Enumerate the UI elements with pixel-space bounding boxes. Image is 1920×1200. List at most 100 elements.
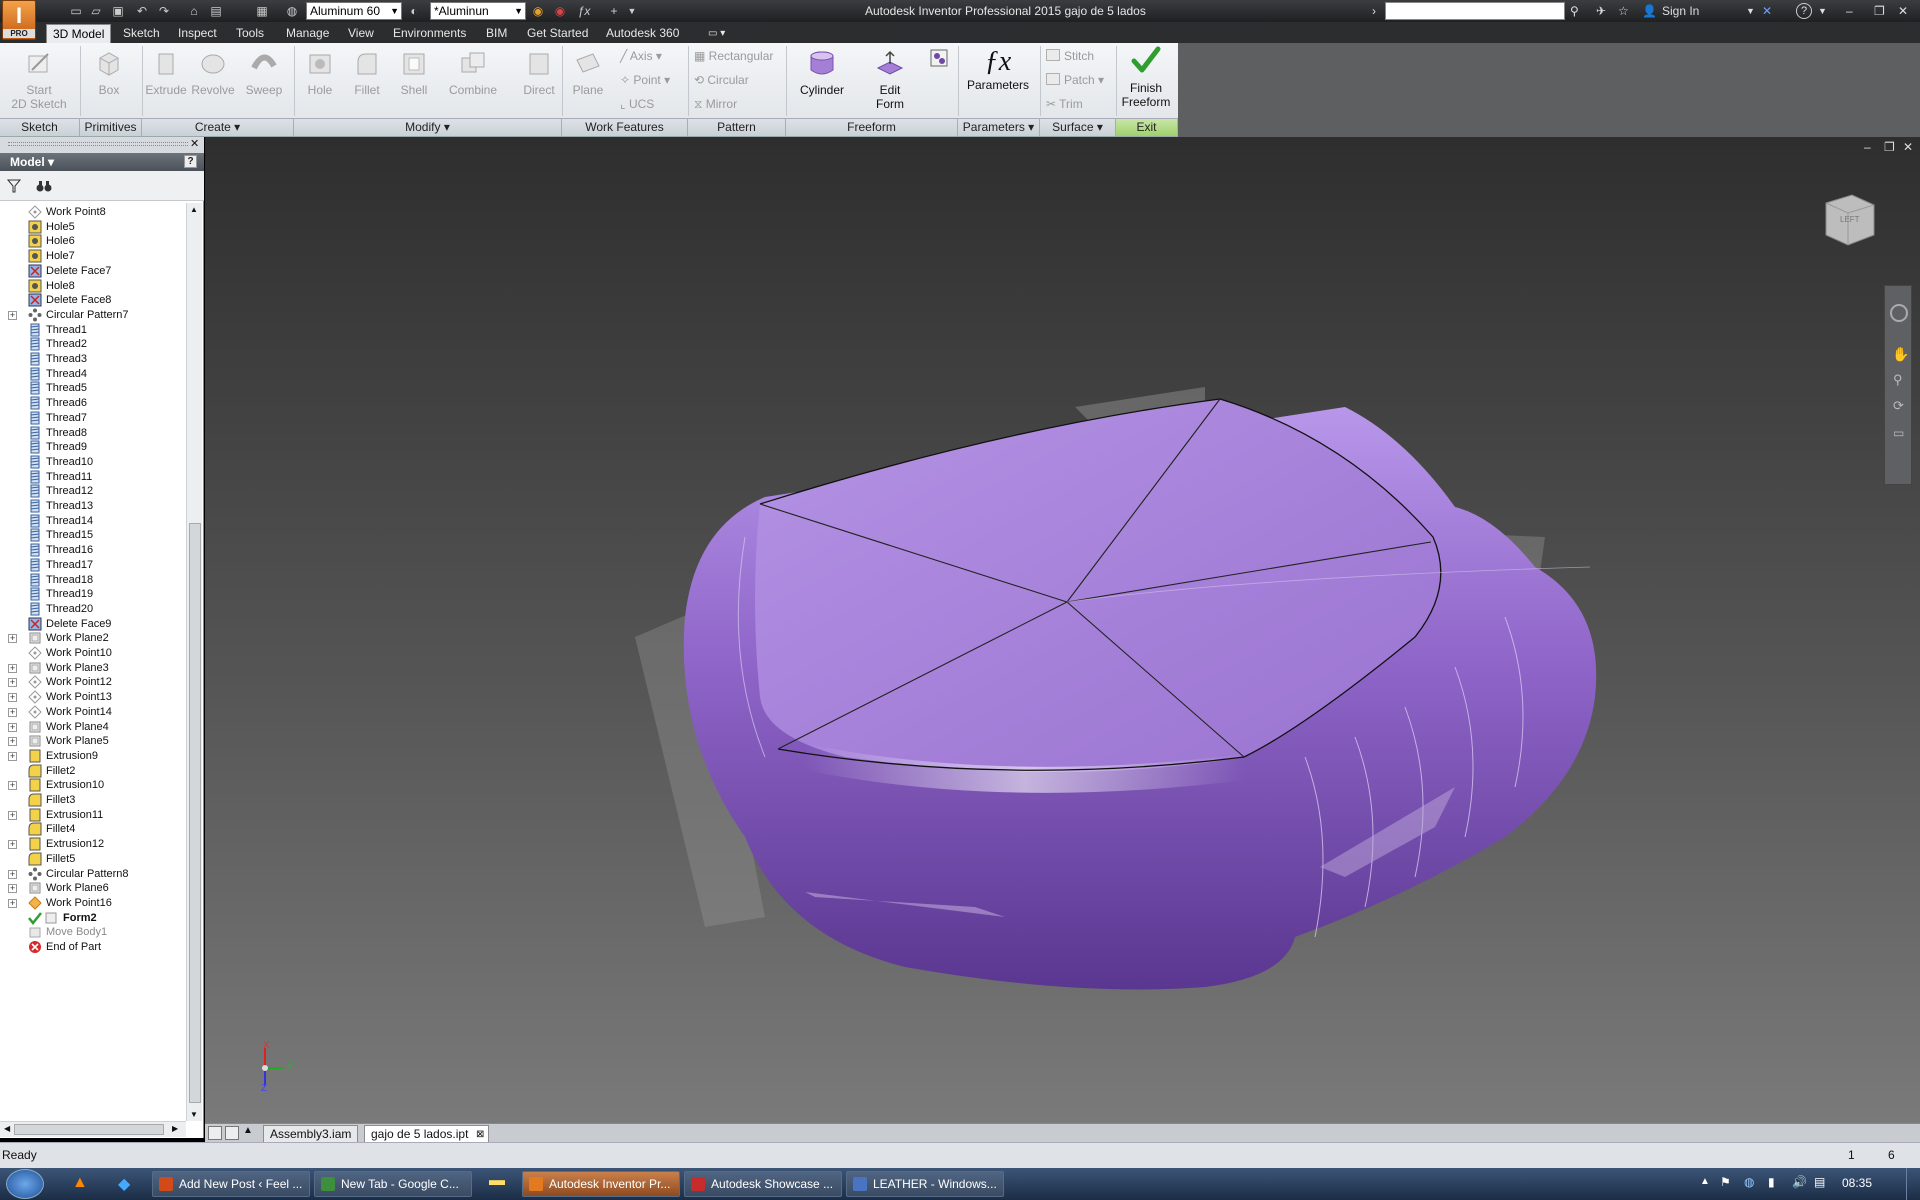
add-icon[interactable]: + xyxy=(606,3,622,19)
finish-freeform-button[interactable]: Finish Freeform xyxy=(1118,46,1174,109)
combine-button[interactable]: Combine xyxy=(444,48,502,97)
viewport-restore-icon[interactable]: ❐ xyxy=(1884,140,1895,154)
vlc-pinned-icon[interactable]: ▲ xyxy=(72,1174,88,1192)
help-dropdown-icon[interactable]: ▼ xyxy=(1818,3,1827,19)
scroll-left-icon[interactable]: ◀ xyxy=(4,1124,10,1133)
start-2d-sketch-button[interactable]: Start 2D Sketch xyxy=(6,48,72,111)
update-icon[interactable]: ▦ xyxy=(254,3,270,19)
browser-close-icon[interactable]: ✕ xyxy=(190,137,199,150)
tab-autodesk-360[interactable]: Autodesk 360 xyxy=(600,24,685,43)
cascade-windows-icon[interactable] xyxy=(208,1126,222,1140)
clear-appearance-icon[interactable]: ◉ xyxy=(530,3,546,19)
browser-hscroll-thumb[interactable] xyxy=(14,1124,164,1135)
freeform-extra-button[interactable] xyxy=(928,48,950,71)
search-expand-icon[interactable]: › xyxy=(1372,3,1376,19)
tray-volume-icon[interactable]: 🔊 xyxy=(1792,1175,1807,1189)
help-search-input[interactable] xyxy=(1385,2,1565,20)
filter-icon[interactable] xyxy=(7,179,21,193)
show-desktop-button[interactable] xyxy=(1906,1168,1920,1200)
cylinder-button[interactable]: Cylinder xyxy=(796,48,848,97)
tree-expand-icon[interactable]: + xyxy=(8,810,17,820)
explorer-pinned-icon[interactable]: ▬ xyxy=(480,1172,514,1196)
scroll-up-icon[interactable]: ▲ xyxy=(190,205,198,214)
start-button[interactable] xyxy=(6,1169,44,1199)
taskbar-item-firefox[interactable]: Add New Post ‹ Feel ... xyxy=(152,1171,310,1197)
shell-button[interactable]: Shell xyxy=(394,48,434,97)
extrude-button[interactable]: Extrude xyxy=(144,48,188,97)
model-canvas[interactable] xyxy=(205,137,1920,1123)
parameters-button[interactable]: ƒx Parameters xyxy=(964,46,1032,92)
help-button[interactable]: ? xyxy=(1796,3,1812,19)
trim-button[interactable]: ✂ Trim xyxy=(1046,96,1083,112)
group-label-create[interactable]: Create ▾ xyxy=(142,118,294,136)
taskbar-item-explorer[interactable]: LEATHER - Windows... xyxy=(846,1171,1004,1197)
favorites-icon[interactable]: ☆ xyxy=(1618,3,1629,19)
minimize-window-icon[interactable]: ‒ xyxy=(1846,3,1853,19)
tab-list-up-icon[interactable]: ▲ xyxy=(243,1125,253,1136)
browser-header[interactable]: Model ▾ ? xyxy=(0,153,204,171)
tab-view[interactable]: View xyxy=(342,24,380,43)
browser-grip[interactable] xyxy=(8,142,188,146)
tree-expand-icon[interactable]: + xyxy=(8,884,17,894)
taskbar-item-chrome[interactable]: New Tab - Google C... xyxy=(314,1171,472,1197)
tray-expand-icon[interactable]: ▲ xyxy=(1700,1176,1710,1187)
axis-button[interactable]: ╱ Axis ▾ xyxy=(620,48,662,64)
tree-expand-icon[interactable]: + xyxy=(8,840,17,850)
save-icon[interactable]: ▣ xyxy=(110,3,126,19)
scroll-down-icon[interactable]: ▼ xyxy=(190,1110,198,1119)
taskbar-clock[interactable]: 08:35 xyxy=(1842,1176,1872,1190)
look-at-icon[interactable]: ▭ xyxy=(1893,426,1904,440)
search-icon[interactable]: ⚲ xyxy=(1570,3,1579,19)
document-tab-close-icon[interactable]: ⊠ xyxy=(476,1126,484,1143)
orbit-icon[interactable]: ⟳ xyxy=(1893,398,1904,414)
stitch-button[interactable]: Stitch xyxy=(1046,48,1094,64)
circular-pattern-button[interactable]: ⟲ Circular xyxy=(694,72,749,88)
browser-scroll-thumb[interactable] xyxy=(189,523,201,1103)
tab-options-dropdown-icon[interactable]: ▭ ▾ xyxy=(702,24,731,43)
ucs-button[interactable]: ⌞ UCS xyxy=(620,96,654,112)
dropbox-pinned-icon[interactable]: ◆ xyxy=(118,1174,130,1194)
tree-expand-icon[interactable]: + xyxy=(8,678,17,688)
application-menu-button[interactable]: I PRO xyxy=(2,0,36,40)
tab-environments[interactable]: Environments xyxy=(387,24,472,43)
tray-network-icon[interactable]: ◍ xyxy=(1744,1175,1754,1189)
zoom-icon[interactable]: ⚲ xyxy=(1893,372,1903,388)
tab-3d-model[interactable]: 3D Model xyxy=(46,24,112,43)
adjust-icon[interactable]: ◉ xyxy=(552,3,568,19)
tree-expand-icon[interactable]: + xyxy=(8,869,17,879)
patch-button[interactable]: Patch ▾ xyxy=(1046,72,1104,88)
edit-form-button[interactable]: Edit Form xyxy=(864,48,916,111)
fillet-button[interactable]: Fillet xyxy=(346,48,388,97)
tree-expand-icon[interactable]: + xyxy=(8,663,17,673)
tree-expand-icon[interactable]: + xyxy=(8,898,17,908)
find-binoculars-icon[interactable] xyxy=(36,179,52,193)
sign-in-dropdown-icon[interactable]: ▼ xyxy=(1746,3,1755,19)
undo-icon[interactable]: ↶ xyxy=(134,3,150,19)
restore-window-icon[interactable]: ❐ xyxy=(1874,3,1885,19)
tree-node[interactable]: End of Part xyxy=(0,938,186,956)
taskbar-item-showcase[interactable]: Autodesk Showcase ... xyxy=(684,1171,842,1197)
sign-in-button[interactable]: Sign In xyxy=(1662,3,1699,19)
tree-expand-icon[interactable]: + xyxy=(8,693,17,703)
rectangular-pattern-button[interactable]: ▦ Rectangular xyxy=(694,48,773,64)
direct-button[interactable]: Direct xyxy=(518,48,560,97)
document-tab-part[interactable]: gajo de 5 lados.ipt ⊠ xyxy=(364,1125,490,1143)
material-select[interactable]: Aluminum 60 ▼ xyxy=(306,2,402,20)
viewport-minimize-icon[interactable]: ‒ xyxy=(1864,140,1871,154)
tray-signal-icon[interactable]: ▮ xyxy=(1768,1175,1775,1189)
fx-icon[interactable]: ƒx xyxy=(576,3,592,19)
tree-expand-icon[interactable]: + xyxy=(8,707,17,717)
tab-tools[interactable]: Tools xyxy=(230,24,270,43)
user-icon[interactable]: 👤 xyxy=(1642,3,1657,19)
taskbar-item-inventor[interactable]: Autodesk Inventor Pr... xyxy=(522,1171,680,1197)
plane-button[interactable]: Plane xyxy=(566,48,610,97)
tree-expand-icon[interactable]: + xyxy=(8,634,17,644)
mirror-button[interactable]: ⧖ Mirror xyxy=(694,96,737,112)
steering-wheel-icon[interactable] xyxy=(1890,304,1908,322)
home-icon[interactable]: ⌂ xyxy=(186,3,202,19)
project-icon[interactable]: ▤ xyxy=(208,3,224,19)
new-file-icon[interactable]: ▭ xyxy=(68,3,84,19)
tab-manage[interactable]: Manage xyxy=(280,24,335,43)
tree-expand-icon[interactable]: + xyxy=(8,781,17,791)
point-button[interactable]: ✧ Point ▾ xyxy=(620,72,670,88)
